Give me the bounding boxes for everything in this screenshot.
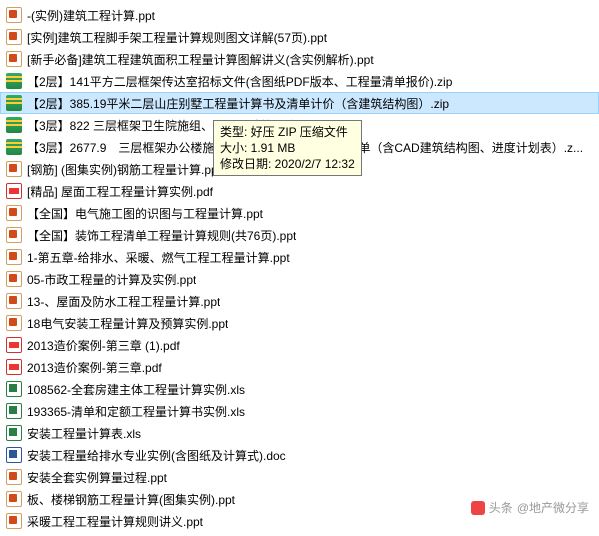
file-name: 【全国】装饰工程清单工程量计算规则(共76页).ppt (27, 227, 296, 244)
file-name: 2013造价案例-第三章.pdf (27, 359, 162, 376)
file-name: 板、楼梯钢筋工程量计算(图集实例).ppt (27, 491, 235, 508)
file-row[interactable]: 安装工程量给排水专业实例(含图纸及计算式).doc (0, 444, 599, 466)
tooltip-size-value: 1.91 MB (251, 141, 296, 155)
file-name: 安装工程量给排水专业实例(含图纸及计算式).doc (27, 447, 286, 464)
tooltip-type-label: 类型: (220, 125, 251, 139)
file-name: 采暖工程工程量计算规则讲义.ppt (27, 513, 203, 530)
file-row[interactable]: 安装工程量计算表.xls (0, 422, 599, 444)
file-row[interactable]: 【2层】385.19平米二层山庄别墅工程量计算书及清单计价（含建筑结构图）.zi… (0, 92, 599, 114)
file-name: 193365-清单和定额工程量计算书实例.xls (27, 403, 245, 420)
file-name: 18电气安装工程量计算及预算实例.ppt (27, 315, 228, 332)
ppt-file-icon (6, 7, 22, 23)
ppt-file-icon (6, 161, 22, 177)
file-row[interactable]: 13-、屋面及防水工程工程量计算.ppt (0, 290, 599, 312)
watermark-handle: @地产微分享 (517, 499, 589, 516)
watermark-prefix: 头条 (489, 499, 513, 516)
ppt-file-icon (6, 469, 22, 485)
file-tooltip: 类型: 好压 ZIP 压缩文件 大小: 1.91 MB 修改日期: 2020/2… (213, 120, 362, 176)
file-row[interactable]: [精品] 屋面工程工程量计算实例.pdf (0, 180, 599, 202)
watermark: 头条 @地产微分享 (471, 499, 589, 516)
file-row[interactable]: 108562-全套房建主体工程量计算实例.xls (0, 378, 599, 400)
file-row[interactable]: 18电气安装工程量计算及预算实例.ppt (0, 312, 599, 334)
ppt-file-icon (6, 315, 22, 331)
file-name: 1-第五章-给排水、采暖、燃气工程工程量计算.ppt (27, 249, 290, 266)
ppt-file-icon (6, 513, 22, 529)
tooltip-type-value: 好压 ZIP 压缩文件 (251, 125, 348, 139)
watermark-logo-icon (471, 501, 485, 515)
file-row[interactable]: 【2层】141平方二层框架传达室招标文件(含图纸PDF版本、工程量清单报价).z… (0, 70, 599, 92)
file-list: -(实例)建筑工程计算.ppt [实例]建筑工程脚手架工程量计算规则图文详解(57… (0, 0, 599, 536)
file-row[interactable]: 193365-清单和定额工程量计算书实例.xls (0, 400, 599, 422)
file-name: -(实例)建筑工程计算.ppt (27, 7, 155, 24)
file-name: 13-、屋面及防水工程工程量计算.ppt (27, 293, 220, 310)
ppt-file-icon (6, 51, 22, 67)
file-row[interactable]: 2013造价案例-第三章 (1).pdf (0, 334, 599, 356)
ppt-file-icon (6, 271, 22, 287)
file-row[interactable]: 【全国】电气施工图的识图与工程量计算.ppt (0, 202, 599, 224)
zip-file-icon (6, 117, 22, 133)
file-name: 安装工程量计算表.xls (27, 425, 141, 442)
xls-file-icon (6, 425, 22, 441)
file-name: 【2层】141平方二层框架传达室招标文件(含图纸PDF版本、工程量清单报价).z… (27, 73, 452, 90)
zip-file-icon (6, 73, 22, 89)
file-row[interactable]: 2013造价案例-第三章.pdf (0, 356, 599, 378)
file-row[interactable]: 1-第五章-给排水、采暖、燃气工程工程量计算.ppt (0, 246, 599, 268)
file-row[interactable]: [新手必备]建筑工程建筑面积工程量计算图解讲义(含实例解析).ppt (0, 48, 599, 70)
file-name: 2013造价案例-第三章 (1).pdf (27, 337, 180, 354)
file-name: 05-市政工程量的计算及实例.ppt (27, 271, 196, 288)
pdf-file-icon (6, 337, 22, 353)
file-name: [钢筋] (图集实例)钢筋工程量计算.ppt (27, 161, 221, 178)
ppt-file-icon (6, 249, 22, 265)
tooltip-size-label: 大小: (220, 141, 251, 155)
file-name: [实例]建筑工程脚手架工程量计算规则图文详解(57页).ppt (27, 29, 327, 46)
tooltip-date-value: 2020/2/7 12:32 (275, 157, 355, 171)
file-name: 【2层】385.19平米二层山庄别墅工程量计算书及清单计价（含建筑结构图）.zi… (27, 95, 449, 112)
tooltip-date-label: 修改日期: (220, 157, 275, 171)
file-name: 安装全套实例算量过程.ppt (27, 469, 167, 486)
file-name: 【全国】电气施工图的识图与工程量计算.ppt (27, 205, 263, 222)
file-name: [新手必备]建筑工程建筑面积工程量计算图解讲义(含实例解析).ppt (27, 51, 374, 68)
ppt-file-icon (6, 29, 22, 45)
pdf-file-icon (6, 359, 22, 375)
file-name: [精品] 屋面工程工程量计算实例.pdf (27, 183, 213, 200)
ppt-file-icon (6, 227, 22, 243)
file-row[interactable]: 【全国】装饰工程清单工程量计算规则(共76页).ppt (0, 224, 599, 246)
zip-file-icon (6, 95, 22, 111)
xls-file-icon (6, 381, 22, 397)
ppt-file-icon (6, 491, 22, 507)
xls-file-icon (6, 403, 22, 419)
pdf-file-icon (6, 183, 22, 199)
ppt-file-icon (6, 205, 22, 221)
file-name: 108562-全套房建主体工程量计算实例.xls (27, 381, 245, 398)
file-row[interactable]: 安装全套实例算量过程.ppt (0, 466, 599, 488)
file-row[interactable]: -(实例)建筑工程计算.ppt (0, 4, 599, 26)
doc-file-icon (6, 447, 22, 463)
file-row[interactable]: [实例]建筑工程脚手架工程量计算规则图文详解(57页).ppt (0, 26, 599, 48)
file-row[interactable]: 05-市政工程量的计算及实例.ppt (0, 268, 599, 290)
ppt-file-icon (6, 293, 22, 309)
zip-file-icon (6, 139, 22, 155)
